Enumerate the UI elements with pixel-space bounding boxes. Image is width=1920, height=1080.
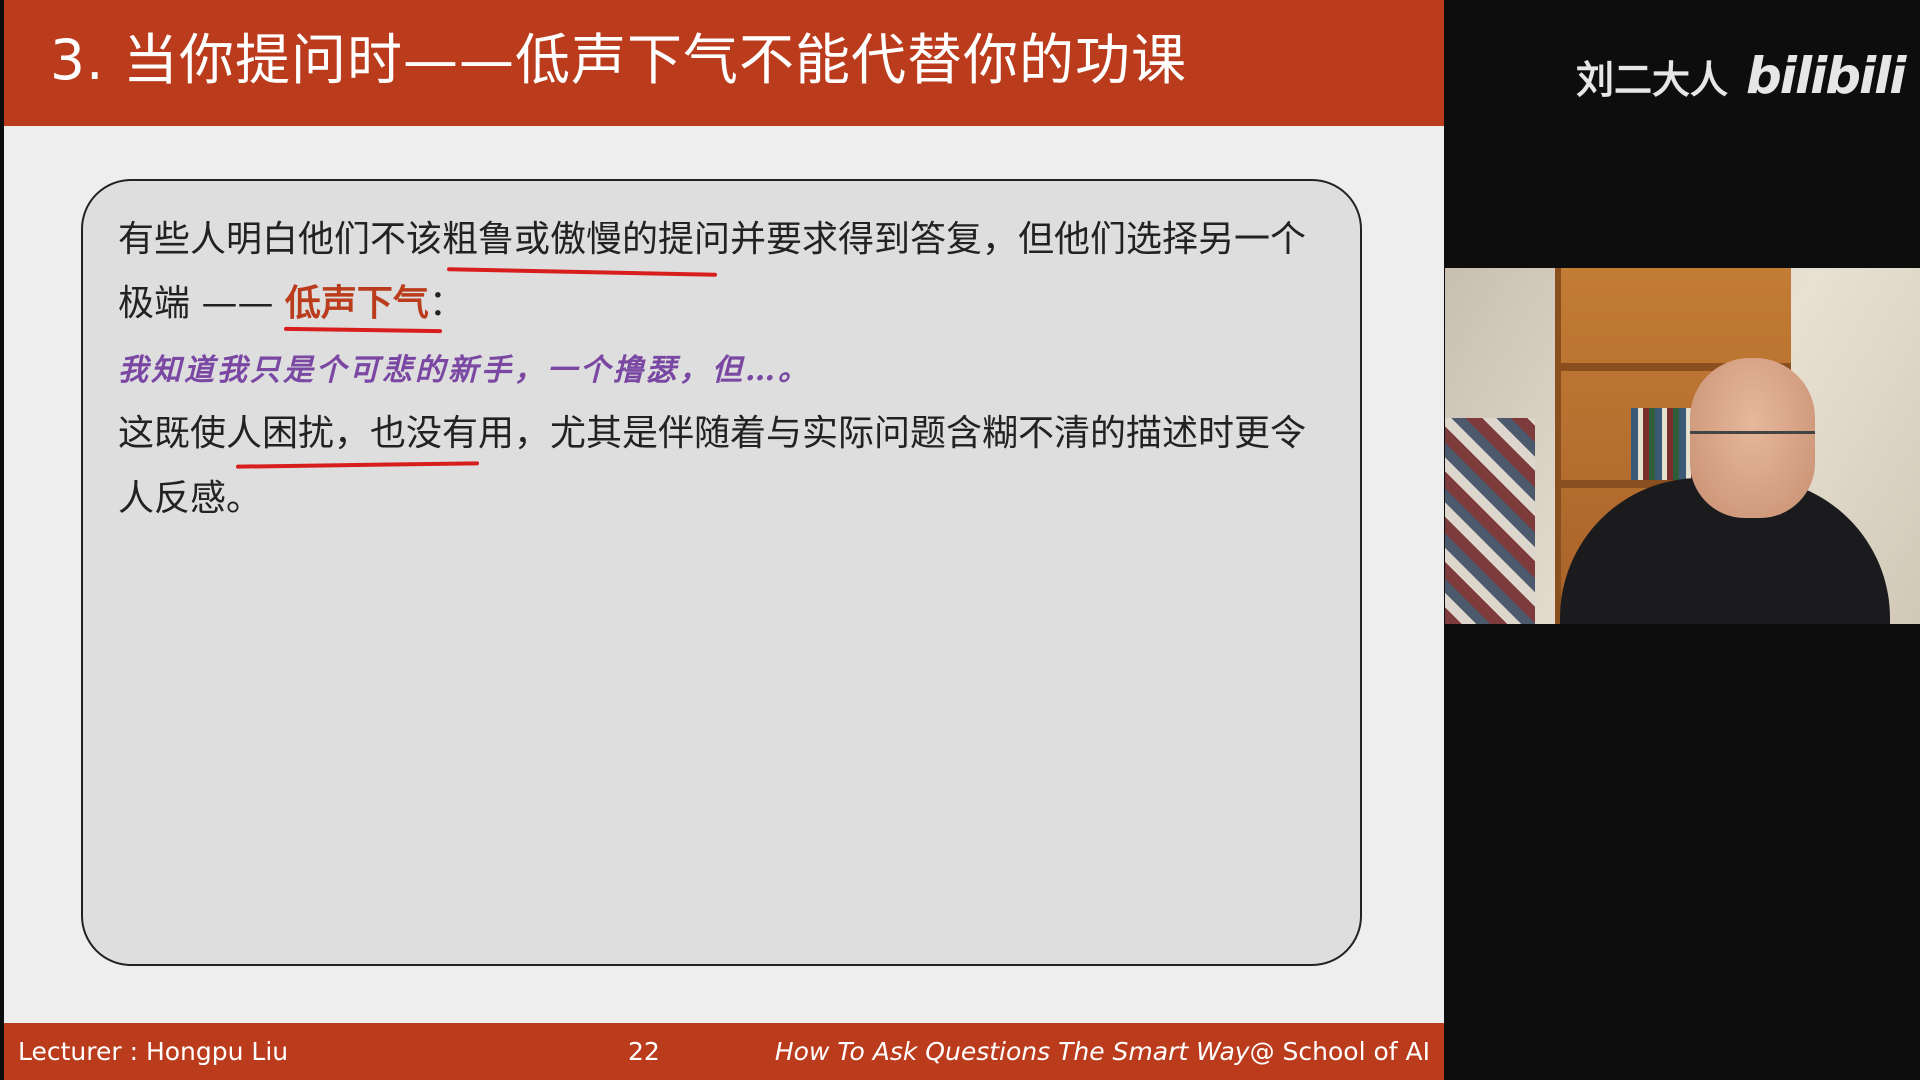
slide-title: 3. 当你提问时——低声下气不能代替你的功课 (50, 28, 1187, 92)
slide-footer: Lecturer : Hongpu Liu 22 How To Ask Ques… (4, 1023, 1444, 1080)
webcam-feed (1445, 268, 1920, 624)
quote-line: 我知道我只是个可悲的新手，一个撸瑟，但…。 (118, 353, 811, 388)
line2-suffix: ： (428, 283, 465, 324)
highlight-term: 低声下气 (284, 283, 429, 324)
body-line-5: 人反感。 (118, 478, 263, 519)
slide: 3. 当你提问时——低声下气不能代替你的功课 有些人明白他们不该粗鲁或傲慢的提问… (4, 0, 1444, 1080)
course-school: @ School of AI (1249, 1037, 1430, 1066)
line2-prefix: 极端 —— (118, 283, 285, 324)
bilibili-logo: bilibili (1746, 47, 1906, 105)
body-line-2: 极端 —— 低声下气： (118, 280, 465, 328)
course-title: How To Ask Questions The Smart Way (774, 1037, 1250, 1066)
page-number: 22 (628, 1037, 660, 1066)
empty-panel (1445, 624, 1920, 1080)
body-line-1: 有些人明白他们不该粗鲁或傲慢的提问并要求得到答复，但他们选择另一个 (118, 219, 1307, 260)
lecturer-label: Lecturer : Hongpu Liu (18, 1037, 289, 1066)
body-line-4: 这既使人困扰，也没有用，尤其是伴随着与实际问题含糊不清的描述时更令 (118, 413, 1307, 454)
channel-name: 刘二大人 (1576, 58, 1729, 102)
channel-watermark: 刘二大人 bilibili (1576, 46, 1906, 110)
slide-header: 3. 当你提问时——低声下气不能代替你的功课 (4, 0, 1444, 126)
course-label: How To Ask Questions The Smart Way@ Scho… (775, 1037, 1430, 1066)
webcam-blanket (1445, 418, 1535, 624)
presenter-glasses (1690, 431, 1815, 452)
